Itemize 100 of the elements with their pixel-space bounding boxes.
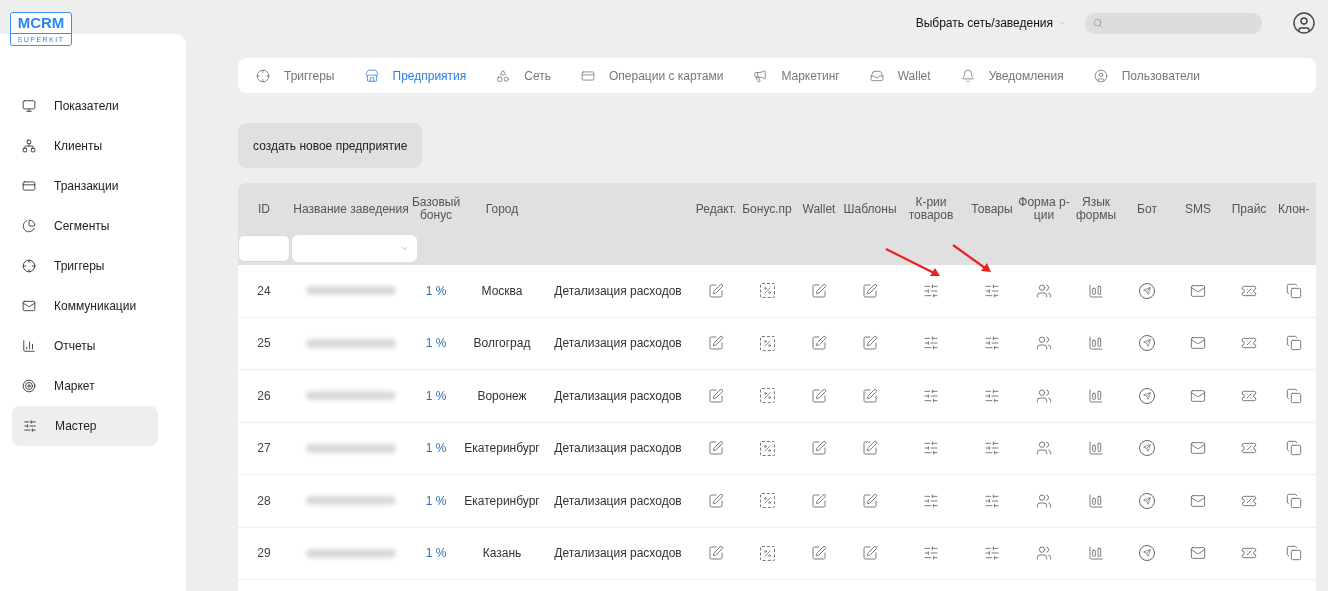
edit-icon[interactable] xyxy=(811,387,827,404)
nav-tab[interactable]: Пользователи xyxy=(1093,66,1200,85)
nav-tab[interactable]: Маркетинг xyxy=(753,66,840,85)
percent-icon[interactable] xyxy=(759,388,775,404)
users-icon[interactable] xyxy=(1036,387,1052,404)
edit-icon[interactable] xyxy=(862,492,878,509)
mail-icon[interactable] xyxy=(1190,335,1206,352)
edit-icon[interactable] xyxy=(862,440,878,457)
copy-icon[interactable] xyxy=(1286,440,1302,457)
sidebar-item[interactable]: Коммуникации xyxy=(12,286,158,326)
nav-tab[interactable]: Сеть xyxy=(496,66,551,85)
id-filter-field[interactable] xyxy=(238,235,290,262)
copy-icon[interactable] xyxy=(1286,387,1302,404)
column-header: Шаблоны xyxy=(843,202,897,216)
nav-tab[interactable]: Предприятия xyxy=(364,66,467,85)
sidebar-item[interactable]: Отчеты xyxy=(12,326,158,366)
sidebar-item[interactable]: Клиенты xyxy=(12,126,158,166)
detail-link[interactable]: Детализация расходов xyxy=(554,386,682,405)
copy-icon[interactable] xyxy=(1286,282,1302,299)
detail-link[interactable]: Детализация расходов xyxy=(554,544,682,563)
edit-icon[interactable] xyxy=(811,335,827,352)
users-icon[interactable] xyxy=(1036,282,1052,299)
users-icon[interactable] xyxy=(1036,492,1052,509)
sliders-icon[interactable] xyxy=(923,545,939,562)
nav-tab[interactable]: Wallet xyxy=(869,66,931,85)
chart-icon[interactable] xyxy=(1088,440,1104,457)
crosshair-icon xyxy=(256,68,270,83)
sidebar-item[interactable]: Транзакции xyxy=(12,166,158,206)
search-field[interactable] xyxy=(1085,12,1262,34)
city-cell-text: Екатеринбург xyxy=(464,492,540,510)
sliders-icon[interactable] xyxy=(984,440,1000,457)
sidebar-item[interactable]: Показатели xyxy=(12,86,158,126)
edit-icon[interactable] xyxy=(811,545,827,562)
edit-icon[interactable] xyxy=(811,440,827,457)
copy-icon[interactable] xyxy=(1286,492,1302,509)
edit-icon[interactable] xyxy=(862,545,878,562)
users-icon[interactable] xyxy=(1036,440,1052,457)
sliders-icon[interactable] xyxy=(984,335,1000,352)
column-header: Язык формы xyxy=(1074,196,1118,222)
bell-icon xyxy=(960,68,975,83)
user-icon xyxy=(1093,68,1108,83)
mail-icon[interactable] xyxy=(1190,440,1206,457)
sidebar-item[interactable]: Сегменты xyxy=(12,206,158,246)
users-icon[interactable] xyxy=(1036,335,1052,352)
mail-icon[interactable] xyxy=(1190,282,1206,299)
percent-icon[interactable] xyxy=(759,335,775,351)
copy-icon[interactable] xyxy=(1286,335,1302,352)
detail-link[interactable]: Детализация расходов xyxy=(554,439,682,458)
sliders-icon[interactable] xyxy=(984,282,1000,299)
monitor-icon xyxy=(22,99,36,113)
edit-icon[interactable] xyxy=(862,282,878,299)
column-header: Базовый бонус xyxy=(411,196,461,222)
sliders-icon[interactable] xyxy=(923,282,939,299)
edit-icon[interactable] xyxy=(708,335,724,352)
mail-icon[interactable] xyxy=(1190,545,1206,562)
users-icon[interactable] xyxy=(1036,545,1052,562)
detail-link[interactable]: Детализация расходов xyxy=(554,281,682,300)
chart-icon[interactable] xyxy=(1088,545,1104,562)
network-select[interactable]: Выбрать сеть/заведения xyxy=(915,14,1067,32)
chart-icon[interactable] xyxy=(1088,282,1104,299)
percent-icon[interactable] xyxy=(759,440,775,456)
edit-icon[interactable] xyxy=(708,387,724,404)
chart-icon[interactable] xyxy=(1088,492,1104,509)
edit-icon[interactable] xyxy=(811,492,827,509)
mail-icon[interactable] xyxy=(1190,492,1206,509)
chart-icon[interactable] xyxy=(1088,387,1104,404)
sidebar-item[interactable]: Триггеры xyxy=(12,246,158,286)
edit-icon[interactable] xyxy=(708,492,724,509)
edit-icon[interactable] xyxy=(708,282,724,299)
column-header: Форма р-ции xyxy=(1018,196,1070,222)
nav-tab[interactable]: Операции с картами xyxy=(581,66,724,85)
percent-icon[interactable] xyxy=(759,545,775,561)
edit-icon[interactable] xyxy=(862,387,878,404)
nav-tab[interactable]: Уведомления xyxy=(960,66,1064,85)
detail-link[interactable]: Детализация расходов xyxy=(554,491,682,510)
percent-icon[interactable] xyxy=(759,283,775,299)
column-header: Клон- xyxy=(1278,202,1310,216)
account-icon[interactable] xyxy=(1292,11,1316,35)
mail-icon[interactable] xyxy=(1190,387,1206,404)
edit-icon[interactable] xyxy=(862,335,878,352)
card-icon xyxy=(22,179,36,193)
edit-icon[interactable] xyxy=(708,545,724,562)
sliders-icon[interactable] xyxy=(923,440,939,457)
detail-link[interactable]: Детализация расходов xyxy=(554,334,682,353)
sidebar-item[interactable]: Мастер xyxy=(12,406,158,446)
sidebar-item[interactable]: Маркет xyxy=(12,366,158,406)
copy-icon[interactable] xyxy=(1286,545,1302,562)
sliders-icon[interactable] xyxy=(923,387,939,404)
sliders-icon[interactable] xyxy=(984,545,1000,562)
nav-tab[interactable]: Триггеры xyxy=(256,66,335,85)
chart-icon[interactable] xyxy=(1088,335,1104,352)
sliders-icon[interactable] xyxy=(984,387,1000,404)
sliders-icon[interactable] xyxy=(923,335,939,352)
sliders-icon[interactable] xyxy=(923,492,939,509)
percent-icon[interactable] xyxy=(759,493,775,509)
create-button[interactable]: создать новое предприятие xyxy=(238,123,423,168)
column-header: ID xyxy=(258,202,270,216)
sliders-icon[interactable] xyxy=(984,492,1000,509)
edit-icon[interactable] xyxy=(811,282,827,299)
edit-icon[interactable] xyxy=(708,440,724,457)
